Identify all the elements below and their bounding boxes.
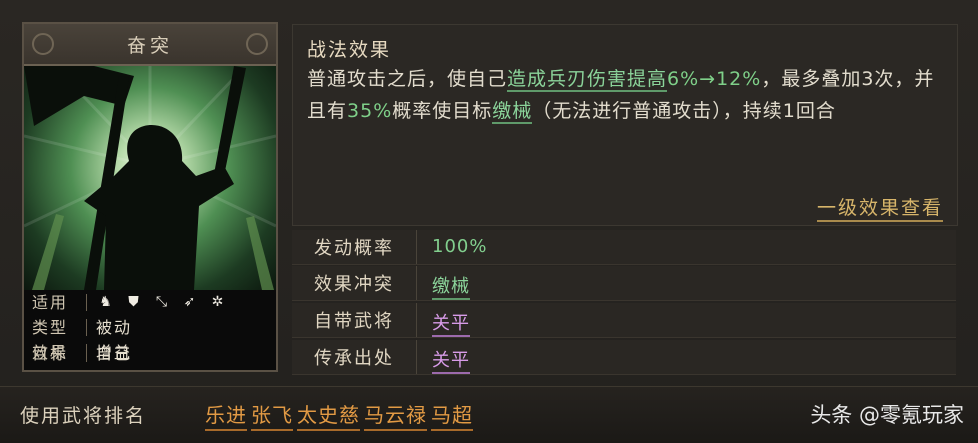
skill-card: 奋突 适用 ♞ ⛊ ⤡ ➶ ✲ 类型 被动 效果 增益 [22,22,278,372]
general-link[interactable]: 马云禄 [364,399,427,431]
bow-icon: ⤡ [155,294,168,310]
disarm-term[interactable]: 缴械 [492,100,533,124]
info-row-trigger-rate: 发动概率 100% [292,230,956,265]
troop-type-icons: ♞ ⛊ ⤡ ➶ ✲ [96,293,227,312]
shield-icon: ⛊ [128,294,139,310]
wheel-icon: ✲ [211,294,224,310]
conflict-link[interactable]: 缴械 [432,272,470,300]
level-one-effect-link[interactable]: 一级效果查看 [816,193,943,222]
effect-title: 战法效果 [307,39,392,61]
stat-row-type: 类型 被动 [32,318,133,337]
stat-row-target-label: 目标 自己 [32,344,133,363]
info-row-native-general: 自带武将 关平 [292,303,956,338]
info-row-effect-conflict: 效果冲突 缴械 [292,266,956,301]
damage-boost-term[interactable]: 造成兵刃伤害提高 [507,68,668,92]
effect-description-box: 战法效果 普通攻击之后，使自己造成兵刃伤害提高6%→12%，最多叠加3次，并且有… [292,24,958,226]
stat-row-target [24,365,276,370]
general-link[interactable]: 张飞 [251,399,293,431]
ranking-list: 乐进 张飞 太史慈 马云禄 马超 [205,399,473,431]
warrior-silhouette-icon [24,66,276,290]
general-link[interactable]: 乐进 [205,399,247,431]
stat-row-applicable: 适用 ♞ ⛊ ⤡ ➶ ✲ [24,290,276,315]
spear-icon: ➶ [183,294,196,310]
skill-artwork [24,66,276,290]
inherit-source-link[interactable]: 关平 [432,346,470,374]
general-link[interactable]: 太史慈 [297,399,360,431]
skill-name: 奋突 [24,24,276,66]
info-row-inherit-source: 传承出处 关平 [292,340,956,375]
effect-text: 普通攻击之后，使自己造成兵刃伤害提高6%→12%，最多叠加3次，并且有35%概率… [307,68,935,124]
skill-panel: 奋突 适用 ♞ ⛊ ⤡ ➶ ✲ 类型 被动 效果 增益 目标 自己 战法效果 普… [0,0,978,443]
general-link[interactable]: 马超 [431,399,473,431]
native-general-link[interactable]: 关平 [432,309,470,337]
general-usage-ranking: 使用武将排名 乐进 张飞 太史慈 马云禄 马超 头条 @零氪玩家 [0,386,978,443]
ranking-label: 使用武将排名 [20,405,147,427]
cavalry-icon: ♞ [99,294,112,310]
watermark: 头条 @零氪玩家 [810,403,964,427]
